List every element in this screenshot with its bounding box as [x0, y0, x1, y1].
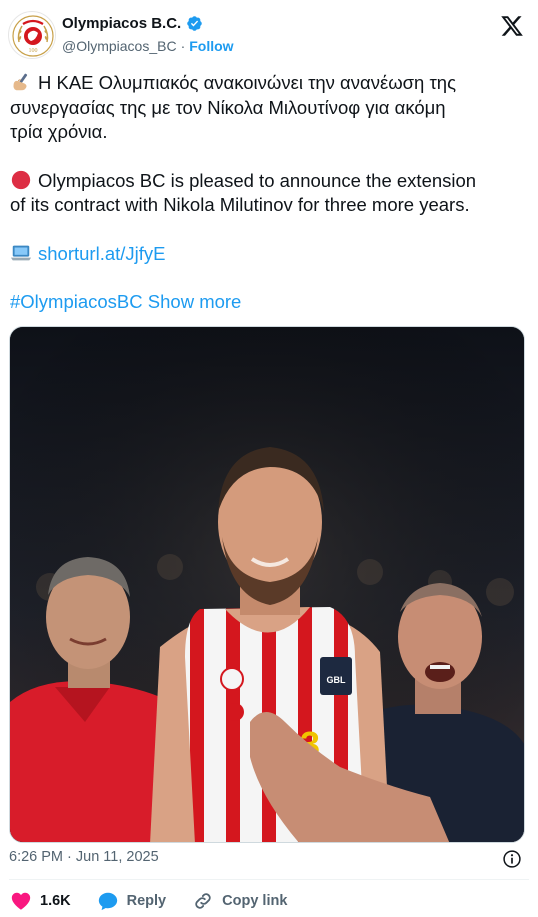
verified-badge-icon [187, 16, 202, 31]
post-header: 100 Olympiacos B.C. @Olympiacos_BC · Fol… [0, 0, 538, 68]
copy-link-button[interactable]: Copy link [192, 890, 287, 912]
x-logo-icon[interactable] [500, 14, 524, 38]
reply-button[interactable]: Reply [97, 890, 167, 912]
red-circle-icon [11, 170, 31, 189]
olympiacos-logo-icon: 100 [10, 13, 55, 58]
english-line-1-text: Olympiacos BC is pleased to announce the… [38, 169, 477, 191]
link-paragraph: shorturl.at/JjfyE [10, 242, 528, 267]
greek-line-2: συνεργασίας της με τον Νίκολα Μιλουτίνοφ… [10, 96, 446, 118]
display-name[interactable]: Olympiacos B.C. [62, 15, 181, 32]
heart-icon [11, 892, 31, 910]
greek-paragraph: Η ΚΑΕ Ολυμπιακός ανακοινώνει την ανανέωσ… [10, 71, 528, 145]
jersey-sponsor: GBL [327, 675, 347, 685]
copy-link-label: Copy link [222, 893, 288, 909]
english-line-2: of its contract with Nikola Milutinov fo… [10, 194, 470, 215]
account-avatar[interactable]: 100 [8, 11, 56, 59]
handle-separator: · [180, 38, 186, 54]
greek-line-1: Η ΚΑΕ Ολυμπιακός ανακοινώνει την ανανέωσ… [10, 71, 528, 96]
post-timestamp[interactable]: 6:26 PM · Jun 11, 2025 [9, 849, 159, 865]
reply-icon [98, 892, 117, 911]
greek-line-3: τρία χρόνια. [10, 121, 108, 142]
name-row: Olympiacos B.C. [62, 15, 203, 32]
hashtag-line: #OlympiacosBC Show more [10, 290, 528, 315]
handle-row: @Olympiacos_BC · Follow [62, 38, 234, 54]
divider [9, 879, 529, 880]
link-icon [195, 893, 211, 909]
english-paragraph: Olympiacos BC is pleased to announce the… [10, 169, 528, 218]
action-bar: 1.6K Reply Copy link [10, 890, 313, 912]
reply-label: Reply [126, 893, 167, 909]
follow-button[interactable]: Follow [189, 38, 233, 54]
laptop-icon [10, 245, 32, 260]
post-link[interactable]: shorturl.at/JjfyE [38, 243, 166, 264]
players-photo: GBL 3 [10, 327, 524, 842]
like-button[interactable]: 1.6K [10, 890, 71, 912]
like-count: 1.6K [40, 893, 71, 909]
greek-line-1-text: Η ΚΑΕ Ολυμπιακός ανακοινώνει την ανανέωσ… [38, 72, 457, 93]
link-line: shorturl.at/JjfyE [10, 242, 528, 267]
hashtag-link[interactable]: #OlympiacosBC [10, 291, 143, 312]
writing-hand-icon [13, 73, 28, 91]
logo-year: 100 [29, 48, 38, 54]
info-icon[interactable] [502, 849, 522, 869]
post-photo[interactable]: GBL 3 [9, 326, 525, 843]
account-handle[interactable]: @Olympiacos_BC [62, 38, 177, 54]
hashtag-paragraph: #OlympiacosBC Show more [10, 290, 528, 315]
show-more-button[interactable]: Show more [148, 291, 242, 312]
english-line-1: Olympiacos BC is pleased to announce the… [10, 169, 528, 194]
post-text: Η ΚΑΕ Ολυμπιακός ανακοινώνει την ανανέωσ… [10, 71, 528, 339]
